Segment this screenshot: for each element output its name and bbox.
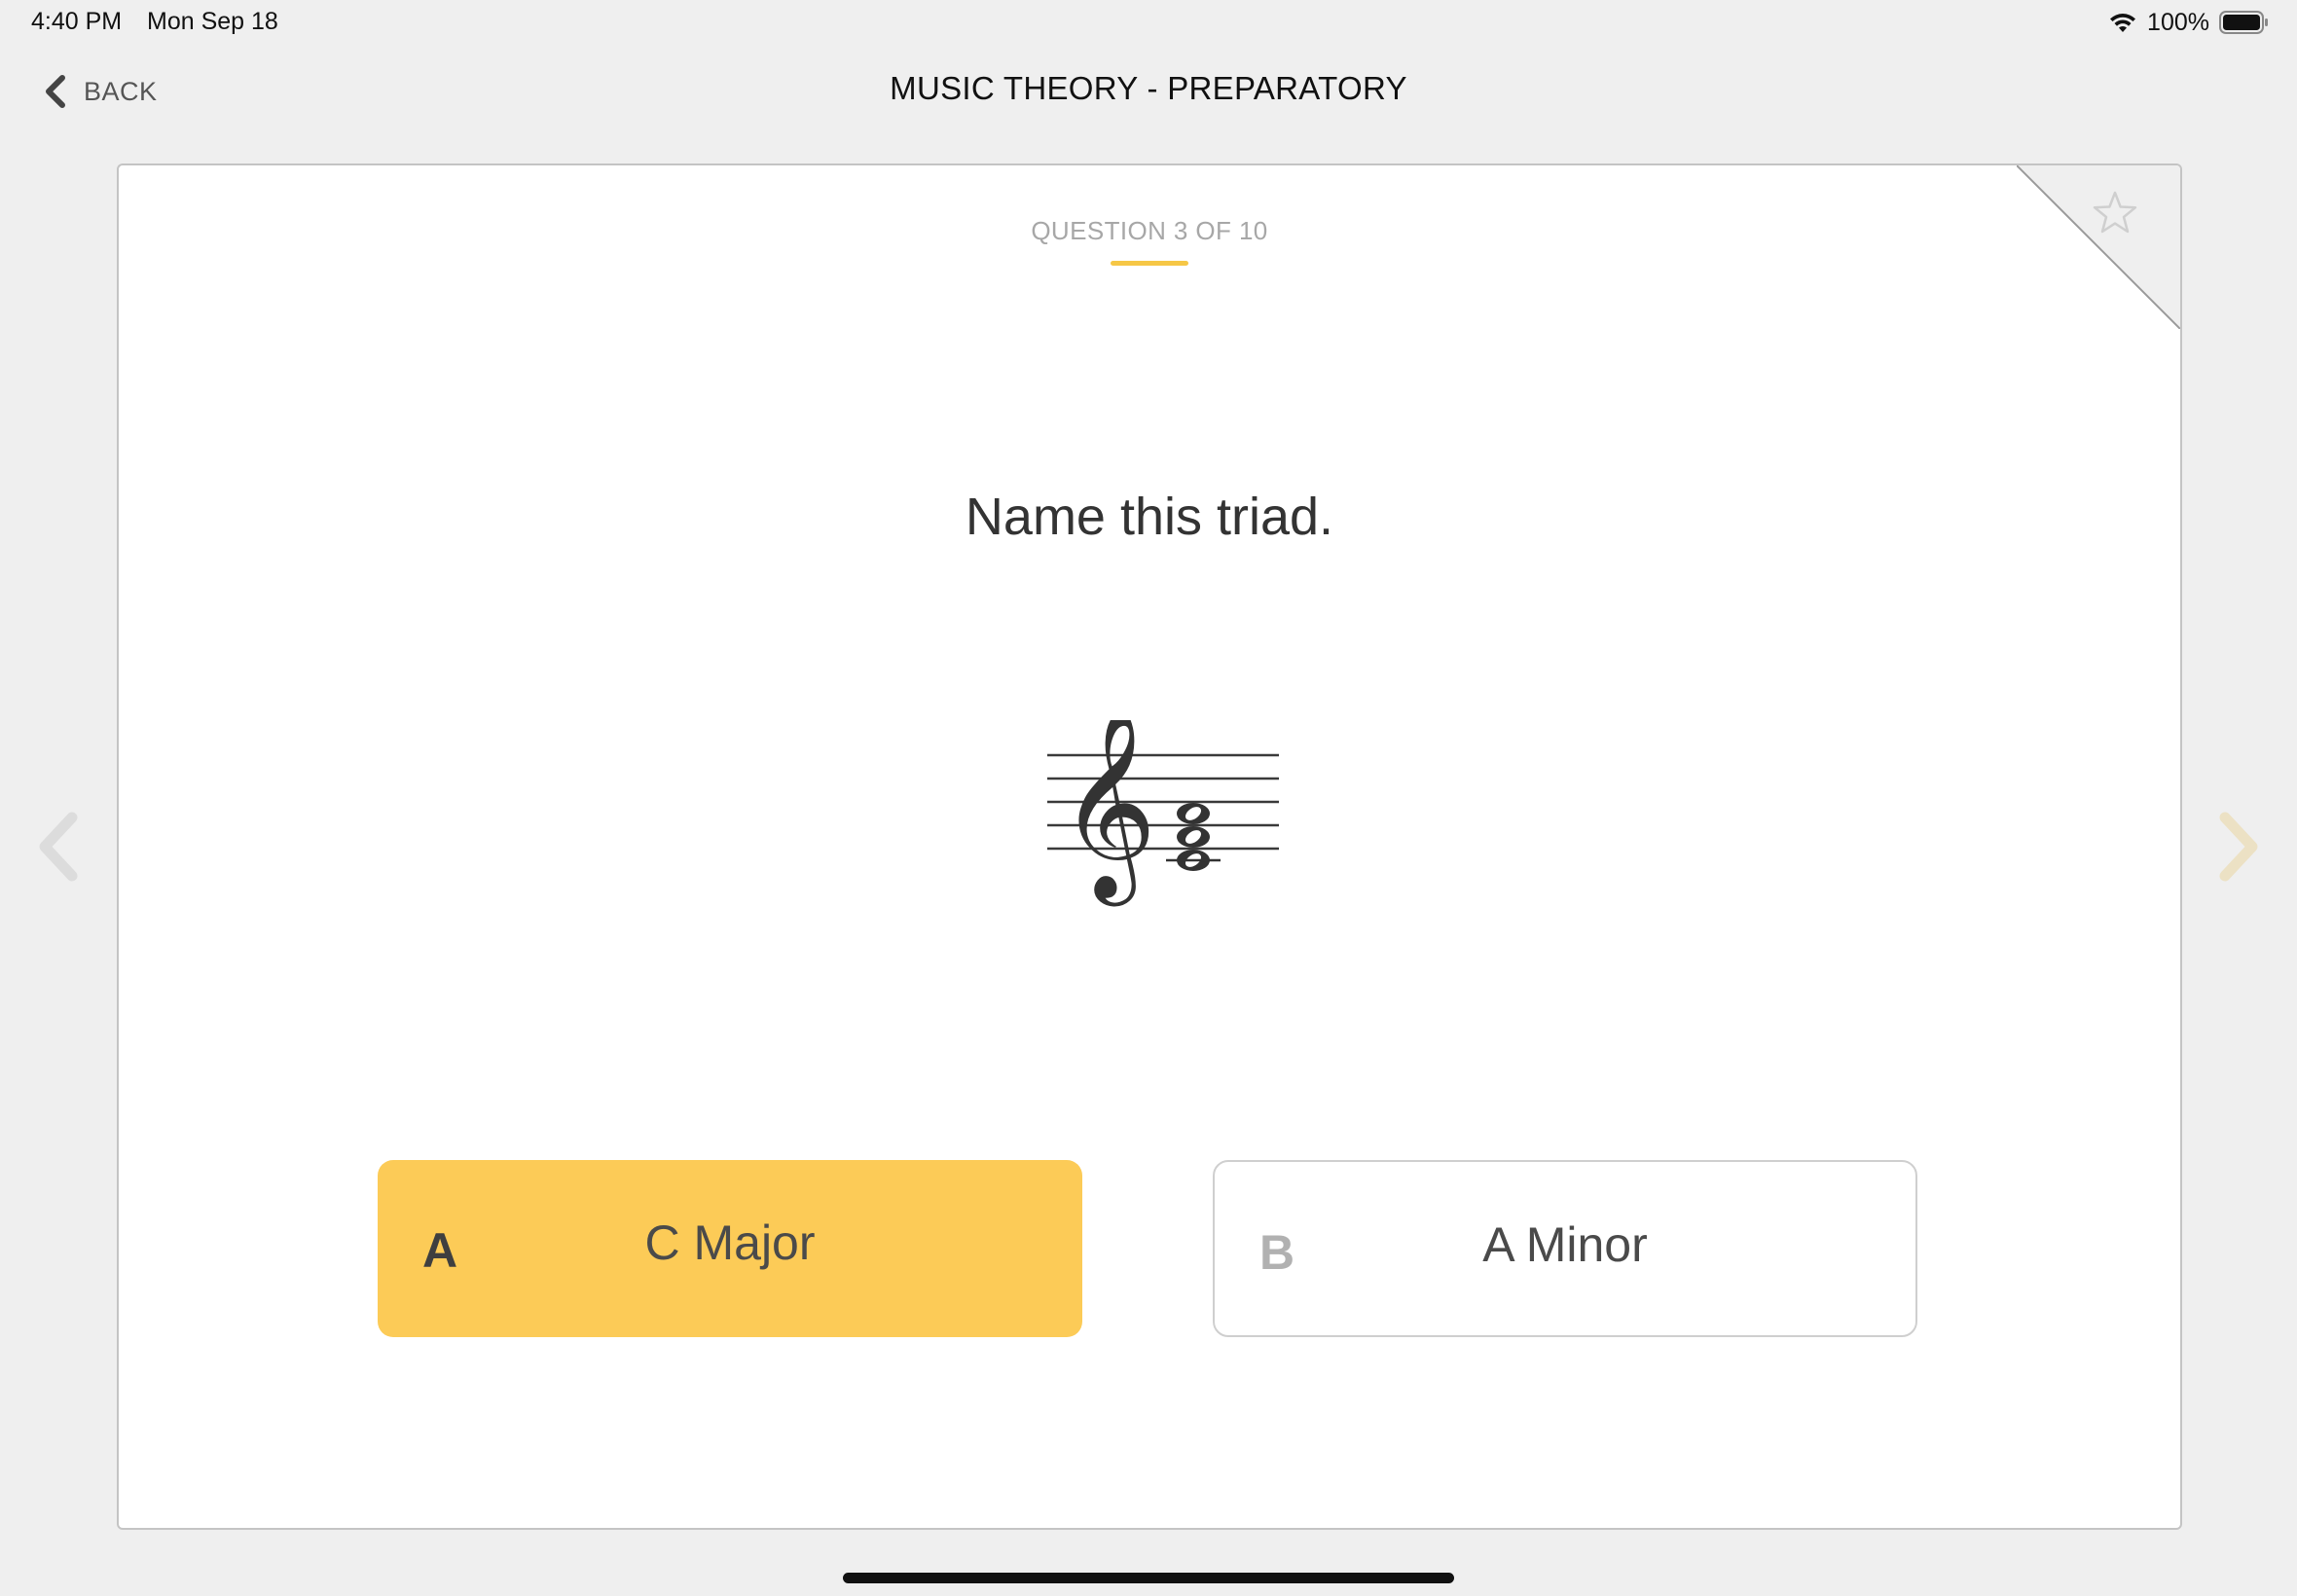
previous-question-button[interactable] [35, 812, 82, 882]
answer-label: A Minor [1482, 1217, 1648, 1272]
home-indicator[interactable] [843, 1573, 1454, 1583]
status-date: Mon Sep 18 [147, 8, 278, 35]
answer-label: C Major [644, 1215, 816, 1270]
question-text: Name this triad. [965, 488, 1334, 546]
treble-clef-icon: 𝄞 [1059, 720, 1156, 906]
counter-underline [1111, 261, 1188, 266]
status-indicators: 100% [2108, 8, 2270, 37]
page-title: MUSIC THEORY - PREPARATORY [890, 70, 1407, 106]
status-bar: 4:40 PM Mon Sep 18 100% [0, 0, 2297, 47]
question-counter: QUESTION 3 OF 10 [1031, 216, 1268, 245]
battery-percentage: 100% [2147, 8, 2209, 36]
header: BACK MUSIC THEORY - PREPARATORY [0, 58, 2297, 123]
next-question-button[interactable] [2215, 812, 2262, 882]
question-card: QUESTION 3 OF 10 Name this triad. 𝄞 A C … [117, 163, 2182, 1530]
chevron-left-icon [39, 812, 78, 882]
answer-option-b[interactable]: B A Minor [1213, 1160, 1917, 1337]
answer-option-a[interactable]: A C Major [378, 1160, 1082, 1337]
battery-icon [2219, 11, 2268, 34]
wifi-icon [2110, 14, 2136, 32]
status-time: 4:40 PM [31, 8, 123, 35]
music-staff: 𝄞 [1018, 720, 1281, 934]
chevron-right-icon [2219, 812, 2258, 882]
